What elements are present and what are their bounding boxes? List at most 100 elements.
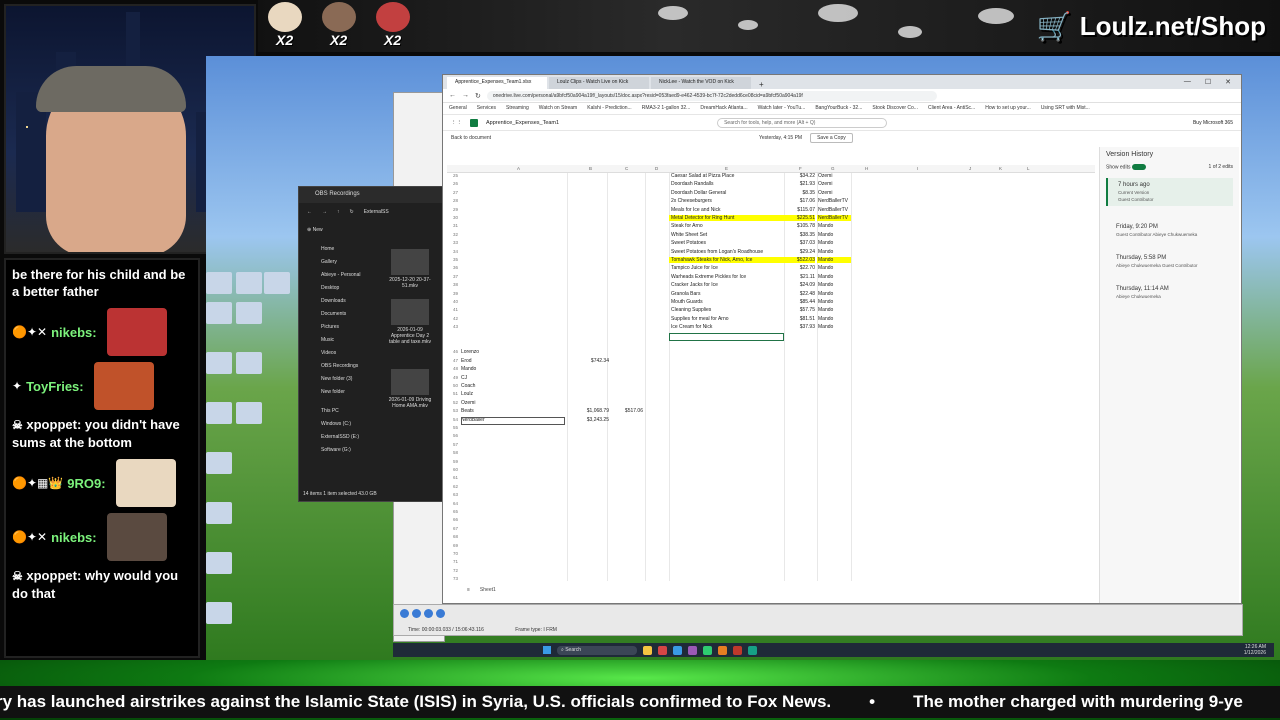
bookmark-item[interactable]: RMA3-2 1-gallon 32... <box>642 105 691 112</box>
payer-cell[interactable]: NerdBallerTV <box>817 215 851 221</box>
bookmark-item[interactable]: Using SRT with Mist... <box>1041 105 1090 112</box>
new-tab-icon[interactable]: + <box>753 80 770 89</box>
row-number[interactable]: 65 <box>453 509 465 514</box>
expense-item-cell[interactable]: Tampico Juice for Ice <box>669 265 783 271</box>
sidebar-item[interactable]: Music <box>307 334 377 347</box>
sidebar-item[interactable]: Desktop <box>307 282 377 295</box>
row-number[interactable]: 30 <box>453 215 465 220</box>
expense-item-cell[interactable]: Doordash Dollar General <box>669 190 783 196</box>
sidebar-item[interactable]: Pictures <box>307 321 377 334</box>
column-header[interactable]: C <box>625 166 628 171</box>
payer-cell[interactable]: NerdBallerTV <box>817 207 851 213</box>
row-number[interactable]: 27 <box>453 190 465 195</box>
row-number[interactable]: 68 <box>453 534 465 539</box>
back-to-document-button[interactable]: Back to document <box>451 135 751 141</box>
bookmark-item[interactable]: BangYourBuck - 32... <box>815 105 862 112</box>
forward-arrow-icon[interactable]: → <box>322 209 327 215</box>
save-copy-button[interactable]: Save a Copy <box>810 133 853 143</box>
bookmark-item[interactable]: Client Area - AntiSc... <box>928 105 975 112</box>
amount-cell[interactable]: $22.70 <box>783 265 815 271</box>
payer-cell[interactable]: Mando <box>817 265 851 271</box>
chat-username[interactable]: ToyFries: <box>26 379 84 394</box>
desktop-file-icon[interactable] <box>206 402 232 424</box>
sidebar-item[interactable]: ExternalSSD (E:) <box>307 431 377 444</box>
video-thumbnail[interactable] <box>391 299 429 325</box>
obs-icon[interactable] <box>733 645 742 655</box>
payer-cell[interactable]: NerdBallerTV <box>817 198 851 204</box>
sidebar-item[interactable]: Documents <box>307 308 377 321</box>
row-number[interactable]: 40 <box>453 299 465 304</box>
menu-icon[interactable]: ≡ <box>467 587 470 595</box>
row-number[interactable]: 71 <box>453 559 465 564</box>
amount-cell[interactable]: $225.51 <box>783 215 815 221</box>
name-cell[interactable]: Loulz <box>461 391 473 397</box>
payer-cell[interactable]: Mando <box>817 307 851 313</box>
desktop-file-icon[interactable] <box>206 302 232 324</box>
app-icon[interactable] <box>748 645 757 655</box>
payer-cell[interactable]: Ozemi <box>817 190 851 196</box>
amount-cell[interactable]: $24.09 <box>783 282 815 288</box>
url-field[interactable]: onedrive.live.com/personal/a9bfcf50a904a… <box>486 90 937 101</box>
app-icon[interactable] <box>718 645 727 655</box>
row-number[interactable]: 57 <box>453 442 465 447</box>
chat-username[interactable]: nikebs: <box>51 325 97 340</box>
column-header[interactable]: K <box>999 166 1002 171</box>
expense-item-cell[interactable]: Cracker Jacks for Ice <box>669 282 783 288</box>
expense-item-cell[interactable]: Sweet Potatoes from Logan's Roadhouse <box>669 249 783 255</box>
row-number[interactable]: 58 <box>453 450 465 455</box>
payer-cell[interactable]: Mando <box>817 240 851 246</box>
row-number[interactable]: 60 <box>453 467 465 472</box>
expense-item-cell[interactable]: Supplies for meal for Arno <box>669 316 783 322</box>
expense-item-cell[interactable]: Ice Cream for Nick <box>669 324 783 330</box>
amount-cell[interactable]: $21.93 <box>783 181 815 187</box>
bookmark-item[interactable]: Watch later - YouTu... <box>758 105 806 112</box>
name-cell[interactable]: Coach <box>461 383 475 389</box>
windows-start-icon[interactable] <box>543 646 551 654</box>
taskbar-clock[interactable]: 12:26 AM 1/12/2026 <box>1244 644 1274 656</box>
total-cell[interactable]: $517.06 <box>613 408 643 414</box>
row-number[interactable]: 69 <box>453 543 465 548</box>
sidebar-item[interactable]: OBS Recordings <box>307 360 377 373</box>
sidebar-item[interactable]: New folder (3) <box>307 373 377 386</box>
column-header[interactable]: A <box>517 166 520 171</box>
row-number[interactable]: 29 <box>453 207 465 212</box>
amount-cell[interactable]: $115.07 <box>783 207 815 213</box>
row-number[interactable]: 64 <box>453 501 465 506</box>
sidebar-item[interactable]: New folder <box>307 386 377 399</box>
name-cell[interactable]: Lorenzo <box>461 349 479 355</box>
stop-icon[interactable] <box>412 609 421 618</box>
sidebar-item[interactable]: Windows (C:) <box>307 418 377 431</box>
row-number[interactable]: 34 <box>453 249 465 254</box>
payer-cell[interactable]: Mando <box>817 299 851 305</box>
amount-cell[interactable]: $22.48 <box>783 291 815 297</box>
selected-range[interactable] <box>461 416 565 425</box>
expense-item-cell[interactable]: Sweet Potatoes <box>669 240 783 246</box>
maximize-icon[interactable]: ☐ <box>1205 78 1211 86</box>
row-number[interactable]: 59 <box>453 459 465 464</box>
amount-cell[interactable]: $37.03 <box>783 240 815 246</box>
amount-cell[interactable]: $522.03 <box>783 257 815 263</box>
expense-item-cell[interactable]: Mouth Guards <box>669 299 783 305</box>
row-number[interactable]: 61 <box>453 475 465 480</box>
payer-cell[interactable]: Ozemi <box>817 181 851 187</box>
version-entry[interactable]: Thursday, 11:14 AM Abieye Chukwuemeka <box>1106 286 1233 299</box>
desktop-file-icon[interactable] <box>206 352 232 374</box>
column-header[interactable]: E <box>725 166 728 171</box>
row-number[interactable]: 41 <box>453 307 465 312</box>
expense-item-cell[interactable]: White Sheet Set <box>669 232 783 238</box>
bookmark-item[interactable]: General <box>449 105 467 112</box>
selected-cell[interactable] <box>669 332 784 341</box>
row-number[interactable]: 32 <box>453 232 465 237</box>
row-number[interactable]: 62 <box>453 484 465 489</box>
column-header[interactable]: I <box>917 166 918 171</box>
file-explorer-window[interactable]: OBS Recordings ← → ↑ ↻ ExternalSS ⊕ New … <box>298 186 444 502</box>
amount-cell[interactable]: $17.06 <box>783 198 815 204</box>
row-number[interactable]: 26 <box>453 181 465 186</box>
file-explorer-icon[interactable] <box>643 645 652 655</box>
sidebar-item[interactable]: Downloads <box>307 295 377 308</box>
expense-item-cell[interactable]: 2x Cheeseburgers <box>669 198 783 204</box>
amount-cell[interactable]: $38.35 <box>783 232 815 238</box>
total-cell[interactable]: $1,068.79 <box>579 408 609 414</box>
row-number[interactable]: 73 <box>453 576 465 581</box>
file-name[interactable]: 2025-12-20 20-37-51.mkv <box>385 277 435 289</box>
